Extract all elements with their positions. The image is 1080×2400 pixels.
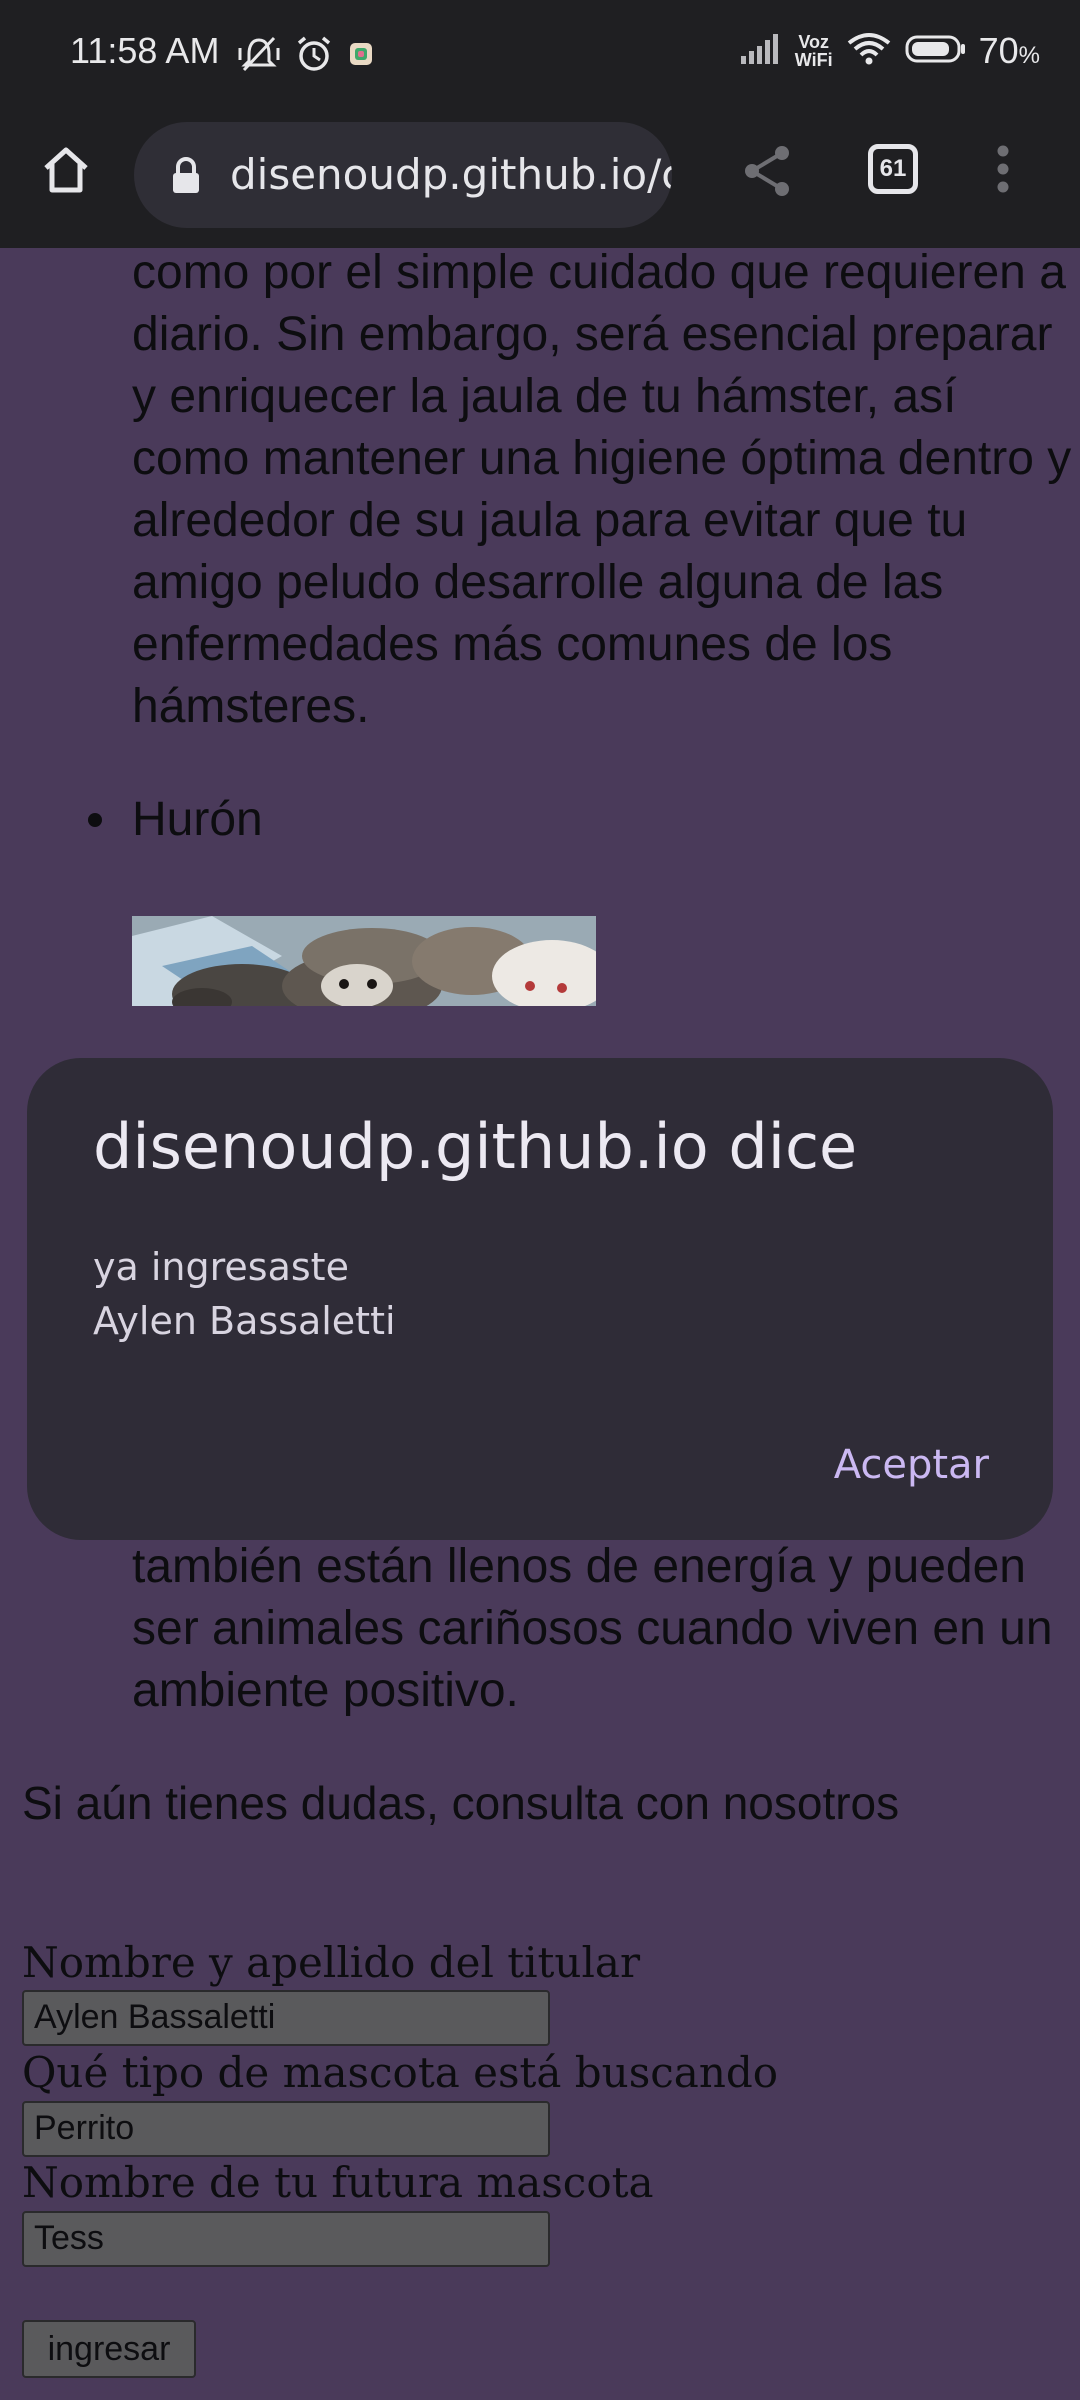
dialog-message: ya ingresaste Aylen Bassaletti	[93, 1245, 396, 1343]
wifi-label: WiFi	[794, 50, 833, 70]
label-nombre-mascota: Nombre de tu futura mascota	[22, 2158, 654, 2207]
nombre-titular-input[interactable]: Aylen Bassaletti	[22, 1990, 550, 2046]
aceptar-button[interactable]: Aceptar	[834, 1442, 989, 1488]
battery-percent-value: 70	[978, 30, 1019, 71]
app-notification-icon	[348, 41, 374, 72]
alarm-icon	[294, 34, 334, 79]
battery-percent: 70%	[979, 30, 1040, 72]
bullet-icon	[88, 812, 102, 827]
ingresar-button[interactable]: ingresar	[22, 2320, 196, 2378]
url-bar[interactable]: disenoudp.github.io/c	[134, 122, 672, 228]
paragraph-huron: también están llenos de energía y pueden…	[132, 1540, 1053, 1717]
vibrate-off-icon	[238, 34, 280, 79]
status-icons-right: Voz WiFi 70%	[739, 30, 1040, 72]
list-item-label: Hurón	[132, 793, 263, 846]
paragraph-hamster: como por el simple cuidado que requieren…	[132, 248, 1072, 733]
status-bar: 11:58 AM Voz WiFi 70%	[0, 0, 1080, 118]
status-time: 11:58 AM	[70, 30, 220, 71]
list-item-huron: Hurón	[88, 792, 263, 847]
nombre-mascota-input[interactable]: Tess	[22, 2211, 550, 2267]
browser-toolbar: disenoudp.github.io/c 61	[0, 118, 1080, 248]
battery-percent-unit: %	[1018, 42, 1040, 69]
ferret-image	[132, 916, 596, 1006]
dialog-title: disenoudp.github.io dice	[93, 1110, 858, 1183]
voz-wifi-label: Voz WiFi	[795, 33, 833, 69]
home-icon[interactable]	[38, 142, 94, 198]
wifi-icon	[845, 31, 893, 72]
voz-label: Voz	[798, 32, 830, 52]
label-tipo-mascota: Qué tipo de mascota está buscando	[22, 2048, 779, 2097]
tipo-mascota-input[interactable]: Perrito	[22, 2101, 550, 2157]
label-nombre-titular: Nombre y apellido del titular	[22, 1938, 641, 1987]
share-icon[interactable]	[742, 144, 792, 203]
more-vert-icon[interactable]	[996, 144, 1010, 199]
tabs-button[interactable]: 61	[868, 144, 918, 194]
lock-icon[interactable]	[170, 156, 202, 201]
url-text[interactable]: disenoudp.github.io/c	[230, 150, 672, 199]
status-icons-left	[238, 34, 374, 79]
consulta-text: Si aún tienes dudas, consulta con nosotr…	[22, 1777, 900, 1829]
signal-icon	[739, 32, 783, 71]
alert-dialog: disenoudp.github.io dice ya ingresaste A…	[27, 1058, 1053, 1540]
battery-icon	[905, 34, 967, 69]
